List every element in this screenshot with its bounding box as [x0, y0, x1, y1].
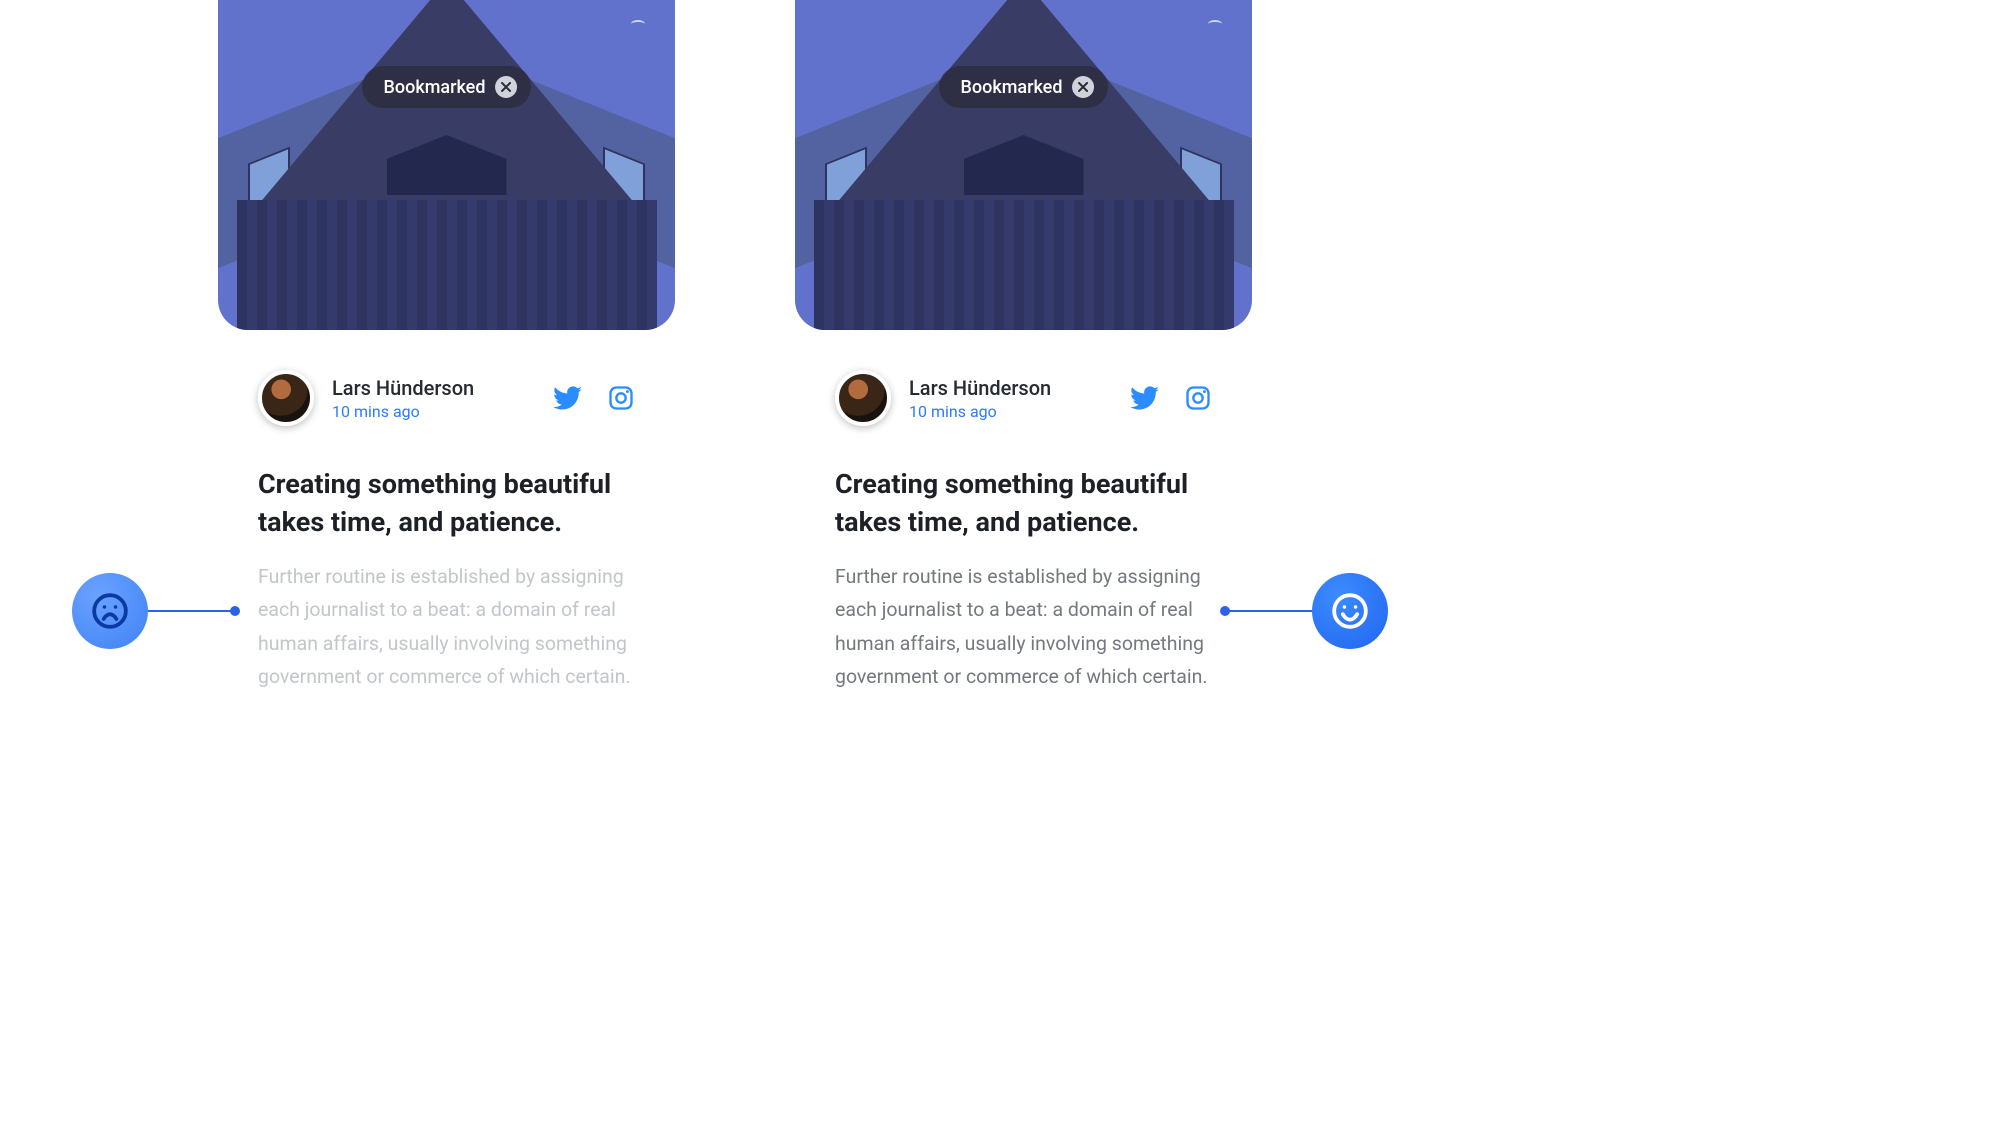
bookmark-label: Bookmarked	[961, 77, 1063, 98]
post-hero-image: Bookmarked	[795, 0, 1252, 330]
annotation-dot	[230, 606, 240, 616]
social-links	[553, 383, 635, 413]
post-title: Creating something beautiful takes time,…	[835, 466, 1212, 542]
post-timestamp[interactable]: 10 mins ago	[909, 402, 1112, 421]
instagram-link[interactable]	[1184, 384, 1212, 412]
decorative-gable	[814, 0, 1234, 230]
post-content: Creating something beautiful takes time,…	[218, 426, 675, 694]
positive-feedback-badge[interactable]	[1312, 573, 1388, 649]
decorative-bird	[1208, 20, 1222, 28]
decorative-gable	[237, 0, 657, 230]
social-links	[1130, 383, 1212, 413]
instagram-icon	[1184, 384, 1212, 412]
author-row: Lars Hünderson 10 mins ago	[795, 370, 1252, 426]
bookmark-badge: Bookmarked	[362, 66, 532, 108]
bookmark-badge: Bookmarked	[939, 66, 1109, 108]
twitter-icon	[1130, 383, 1160, 413]
avatar[interactable]	[835, 370, 891, 426]
post-timestamp[interactable]: 10 mins ago	[332, 402, 535, 421]
post-card-left: Bookmarked Lars Hünderson 10 mins ago	[218, 0, 675, 1125]
twitter-icon	[553, 383, 583, 413]
sad-face-icon	[91, 592, 129, 630]
negative-feedback-badge[interactable]	[72, 573, 148, 649]
happy-face-icon	[1331, 592, 1369, 630]
bookmark-label: Bookmarked	[384, 77, 486, 98]
author-row: Lars Hünderson 10 mins ago	[218, 370, 675, 426]
decorative-wall	[237, 200, 657, 330]
instagram-icon	[607, 384, 635, 412]
post-title: Creating something beautiful takes time,…	[258, 466, 635, 542]
author-text: Lars Hünderson 10 mins ago	[909, 376, 1112, 421]
author-text: Lars Hünderson 10 mins ago	[332, 376, 535, 421]
annotation-line	[1227, 610, 1312, 612]
post-hero-image: Bookmarked	[218, 0, 675, 330]
decorative-bird	[631, 20, 645, 28]
author-name: Lars Hünderson	[909, 376, 1112, 400]
annotation-dot	[1220, 606, 1230, 616]
twitter-link[interactable]	[553, 383, 583, 413]
annotation-line	[148, 610, 233, 612]
author-name: Lars Hünderson	[332, 376, 535, 400]
instagram-link[interactable]	[607, 384, 635, 412]
post-body: Further routine is established by assign…	[258, 560, 635, 694]
close-icon	[1078, 82, 1088, 92]
avatar[interactable]	[258, 370, 314, 426]
post-content: Creating something beautiful takes time,…	[795, 426, 1252, 694]
bookmark-remove-button[interactable]	[1072, 76, 1094, 98]
bookmark-remove-button[interactable]	[495, 76, 517, 98]
comparison-pair: Bookmarked Lars Hünderson 10 mins ago	[0, 0, 2000, 1125]
close-icon	[501, 82, 511, 92]
twitter-link[interactable]	[1130, 383, 1160, 413]
post-body: Further routine is established by assign…	[835, 560, 1212, 694]
decorative-wall	[814, 200, 1234, 330]
post-card-right: Bookmarked Lars Hünderson 10 mins ago	[795, 0, 1252, 1125]
